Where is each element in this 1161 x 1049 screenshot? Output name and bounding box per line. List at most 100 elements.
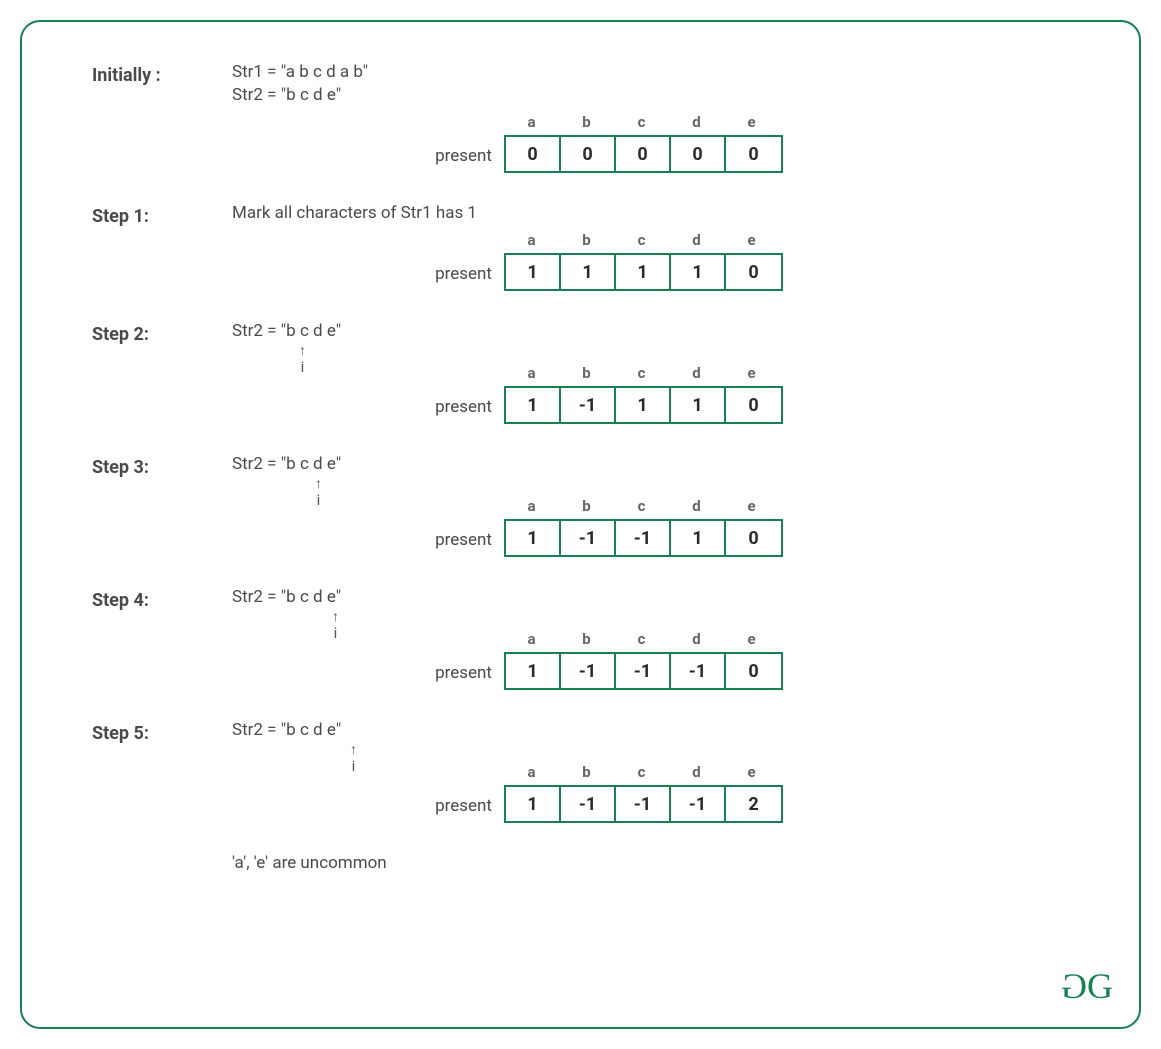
- header-d: d: [669, 231, 724, 253]
- cell-1: 1: [561, 255, 616, 289]
- step4-str2: Str2 = "b c d e": [232, 587, 1079, 607]
- present-label: present: [232, 530, 492, 557]
- conclusion-text: 'a', 'e' are uncommon: [232, 853, 1079, 873]
- step1-array-section: present a b c d e 1 1 1 1 0: [232, 231, 1079, 291]
- cell-2: -1: [616, 787, 671, 821]
- step2-str2: Str2 = "b c d e": [232, 321, 1079, 341]
- cell-4: 0: [726, 388, 781, 422]
- cell-3: 1: [671, 388, 726, 422]
- present-label: present: [232, 146, 492, 173]
- i-label: i: [317, 491, 321, 509]
- cell-1: -1: [561, 521, 616, 555]
- cell-3: 1: [671, 521, 726, 555]
- up-arrow-icon: ↑: [332, 610, 339, 624]
- present-label: present: [232, 397, 492, 424]
- step5-block: Step 5: Str2 = "b c d e" ↑ i present a b…: [92, 720, 1079, 823]
- i-label: i: [352, 757, 356, 775]
- step4-label: Step 4:: [92, 587, 232, 611]
- step2-block: Step 2: Str2 = "b c d e" ↑ i present a b…: [92, 321, 1079, 424]
- present-label: present: [232, 663, 492, 690]
- cell-2: -1: [616, 654, 671, 688]
- initially-str1: Str1 = "a b c d a b": [232, 62, 1079, 82]
- diagram-container: Initially : Str1 = "a b c d a b" Str2 = …: [20, 20, 1141, 1029]
- step1-block: Step 1: Mark all characters of Str1 has …: [92, 203, 1079, 291]
- cell-3: -1: [671, 654, 726, 688]
- cells: 1 -1 -1 -1 0: [504, 652, 783, 690]
- cells: 1 -1 1 1 0: [504, 386, 783, 424]
- cell-1: -1: [561, 388, 616, 422]
- logo-g2: G: [1087, 966, 1109, 1006]
- i-label: i: [301, 358, 305, 376]
- cell-1: -1: [561, 654, 616, 688]
- header-b: b: [559, 231, 614, 253]
- pointer-i: ↑ i: [315, 477, 322, 509]
- up-arrow-icon: ↑: [299, 344, 306, 358]
- step5-content: Str2 = "b c d e" ↑ i present a b c d e: [232, 720, 1079, 823]
- cell-0: 1: [506, 388, 561, 422]
- initially-array-section: present a b c d e 0 0 0 0 0: [232, 113, 1079, 173]
- present-label: present: [232, 264, 492, 291]
- step2-content: Str2 = "b c d e" ↑ i present a b c d e: [232, 321, 1079, 424]
- step4-block: Step 4: Str2 = "b c d e" ↑ i present a b…: [92, 587, 1079, 690]
- cell-4: 0: [726, 137, 781, 171]
- pointer-line: ↑ i: [232, 610, 1079, 648]
- up-arrow-icon: ↑: [350, 743, 357, 757]
- pointer-line: ↑ i: [232, 743, 1079, 781]
- step1-text: Mark all characters of Str1 has 1: [232, 203, 1079, 223]
- cell-3: 0: [671, 137, 726, 171]
- initially-block: Initially : Str1 = "a b c d a b" Str2 = …: [92, 62, 1079, 173]
- cell-4: 0: [726, 654, 781, 688]
- step5-str2: Str2 = "b c d e": [232, 720, 1079, 740]
- header-c: c: [614, 231, 669, 253]
- cells: 1 -1 -1 -1 2: [504, 785, 783, 823]
- step3-block: Step 3: Str2 = "b c d e" ↑ i present a b…: [92, 454, 1079, 557]
- step4-content: Str2 = "b c d e" ↑ i present a b c d e: [232, 587, 1079, 690]
- cells: 0 0 0 0 0: [504, 135, 783, 173]
- cell-4: 0: [726, 521, 781, 555]
- header-a: a: [504, 113, 559, 135]
- cell-0: 1: [506, 521, 561, 555]
- initially-str2: Str2 = "b c d e": [232, 85, 1079, 105]
- cell-2: 1: [616, 388, 671, 422]
- cell-0: 0: [506, 137, 561, 171]
- header-a: a: [504, 231, 559, 253]
- cells: 1 -1 -1 1 0: [504, 519, 783, 557]
- step2-label: Step 2:: [92, 321, 232, 345]
- pointer-line: ↑ i: [232, 344, 1079, 382]
- i-label: i: [334, 624, 338, 642]
- initially-label: Initially :: [92, 62, 232, 86]
- header-e: e: [724, 231, 779, 253]
- step3-content: Str2 = "b c d e" ↑ i present a b c d e: [232, 454, 1079, 557]
- cell-4: 2: [726, 787, 781, 821]
- cells: 1 1 1 1 0: [504, 253, 783, 291]
- logo-g1: G: [1065, 965, 1087, 1007]
- gfg-logo: GG: [1065, 965, 1109, 1007]
- cell-2: 1: [616, 255, 671, 289]
- array-wrapper: a b c d e 1 1 1 1 0: [504, 231, 783, 291]
- cell-1: 0: [561, 137, 616, 171]
- cell-3: -1: [671, 787, 726, 821]
- header-c: c: [614, 113, 669, 135]
- cell-1: -1: [561, 787, 616, 821]
- cell-2: 0: [616, 137, 671, 171]
- headers: a b c d e: [504, 113, 783, 135]
- header-d: d: [669, 113, 724, 135]
- cell-0: 1: [506, 255, 561, 289]
- cell-3: 1: [671, 255, 726, 289]
- header-b: b: [559, 113, 614, 135]
- headers: a b c d e: [504, 231, 783, 253]
- initially-content: Str1 = "a b c d a b" Str2 = "b c d e" pr…: [232, 62, 1079, 173]
- pointer-i: ↑ i: [332, 610, 339, 642]
- pointer-i: ↑ i: [299, 344, 306, 376]
- pointer-line: ↑ i: [232, 477, 1079, 515]
- present-label: present: [232, 796, 492, 823]
- cell-2: -1: [616, 521, 671, 555]
- pointer-i: ↑ i: [350, 743, 357, 775]
- cell-0: 1: [506, 654, 561, 688]
- step3-label: Step 3:: [92, 454, 232, 478]
- array-wrapper: a b c d e 0 0 0 0 0: [504, 113, 783, 173]
- step3-str2: Str2 = "b c d e": [232, 454, 1079, 474]
- step5-label: Step 5:: [92, 720, 232, 744]
- up-arrow-icon: ↑: [315, 477, 322, 491]
- step1-content: Mark all characters of Str1 has 1 presen…: [232, 203, 1079, 291]
